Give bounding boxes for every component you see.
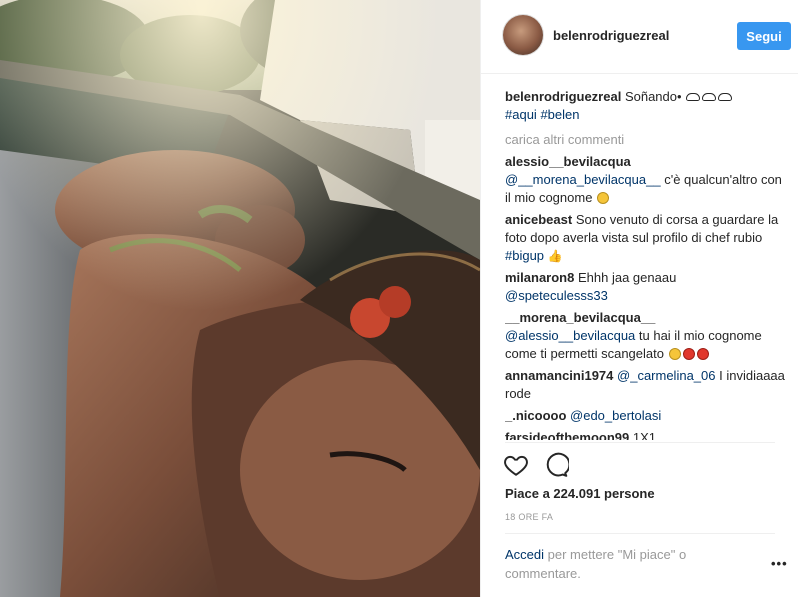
comments-list[interactable]: belenrodriguezreal Soñando• #aqui #belen…: [505, 88, 789, 440]
comment-mention[interactable]: @_carmelina_06: [617, 368, 715, 383]
post-timestamp[interactable]: 18 ORE FA: [505, 512, 553, 522]
post-username[interactable]: belenrodriguezreal: [553, 28, 669, 43]
comment: _.nicoooo @edo_bertolasi: [505, 407, 789, 425]
cloud-emoji-icon: [702, 93, 717, 101]
login-link[interactable]: Accedi: [505, 547, 544, 562]
post-sidebar: belenrodriguezreal Segui belenrodriguezr…: [480, 0, 798, 597]
comment-text: Ehhh jaa genaau: [577, 270, 677, 285]
angry-face-emoji-icon: [682, 348, 695, 360]
angry-face-emoji-icon: [696, 348, 709, 360]
comment-username[interactable]: annamancini1974: [505, 368, 613, 383]
comment: milanaron8 Ehhh jaa genaau @speteculesss…: [505, 269, 789, 305]
caption: belenrodriguezreal Soñando• #aqui #belen: [505, 88, 789, 124]
add-comment-prompt: Accedi per mettere "Mi piace" o commenta…: [505, 545, 725, 583]
avatar[interactable]: [503, 15, 543, 55]
comment-mention[interactable]: @alessio__bevilacqua: [505, 328, 635, 343]
comment-mention[interactable]: @__morena_bevilacqua__: [505, 172, 661, 187]
divider: [505, 442, 775, 443]
comment: anicebeast Sono venuto di corsa a guarda…: [505, 211, 789, 265]
cloud-emoji-icon: [718, 93, 733, 101]
divider: [505, 533, 775, 534]
comment-mention[interactable]: @edo_bertolasi: [570, 408, 661, 423]
post-photo-illustration: [0, 0, 480, 597]
comment-username[interactable]: _.nicoooo: [505, 408, 566, 423]
caption-hashtag[interactable]: #belen: [540, 107, 579, 122]
comment: __morena_bevilacqua__ @alessio__bevilacq…: [505, 309, 789, 363]
comment-username[interactable]: alessio__bevilacqua: [505, 154, 631, 169]
comment-mention[interactable]: @speteculesss33: [505, 288, 608, 303]
caption-username[interactable]: belenrodriguezreal: [505, 89, 621, 104]
comment-username[interactable]: milanaron8: [505, 270, 574, 285]
post-actions: [503, 452, 783, 480]
comment-hashtag[interactable]: #bigup: [505, 248, 544, 263]
comment: annamancini1974 @_carmelina_06 I invidia…: [505, 367, 789, 403]
comment-bubble-icon[interactable]: [543, 452, 569, 478]
cloud-emoji-icon: [686, 93, 701, 101]
post-photo[interactable]: [0, 0, 480, 597]
caption-text: Soñando•: [624, 89, 682, 104]
unamused-face-emoji-icon: [668, 348, 681, 360]
comment-text: 1X1: [632, 430, 657, 440]
caption-hashtag[interactable]: #aqui: [505, 107, 537, 122]
comment-username[interactable]: __morena_bevilacqua__: [505, 310, 655, 325]
confused-face-emoji-icon: [597, 192, 610, 204]
comment: farsideofthemoon99 1X1: [505, 429, 789, 440]
comment: alessio__bevilacqua @__morena_bevilacqua…: [505, 153, 789, 207]
likes-count[interactable]: Piace a 224.091 persone: [505, 486, 655, 501]
heart-icon[interactable]: [503, 452, 529, 478]
comment-username[interactable]: farsideofthemoon99: [505, 430, 629, 440]
post-header: belenrodriguezreal Segui: [481, 0, 798, 74]
thumbs-up-emoji-icon: 👍: [547, 249, 563, 263]
comment-username[interactable]: anicebeast: [505, 212, 572, 227]
load-more-comments[interactable]: carica altri commenti: [505, 132, 789, 147]
follow-button[interactable]: Segui: [737, 22, 791, 50]
more-options-icon[interactable]: •••: [771, 556, 788, 571]
